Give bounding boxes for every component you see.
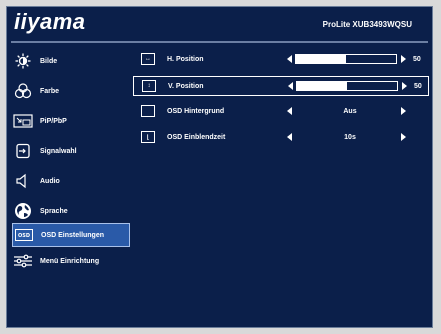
sidebar-item-bilde[interactable]: Bilde: [12, 49, 130, 73]
slider-fill: [296, 55, 346, 63]
pip-icon: [12, 111, 34, 131]
sidebar-item-menu-einrichtung[interactable]: Menü Einrichtung: [12, 249, 130, 273]
slider-bar[interactable]: [296, 81, 398, 91]
setting-value: Aus: [343, 108, 357, 115]
sidebar-item-label: Signalwahl: [40, 147, 77, 155]
increase-arrow-icon[interactable]: [402, 82, 407, 90]
svg-text:OSD: OSD: [18, 233, 30, 239]
header-divider: [11, 41, 428, 43]
decrease-arrow-icon[interactable]: [287, 55, 292, 63]
setting-value: 50: [414, 83, 422, 90]
sidebar-item-label: Menü Einrichtung: [40, 257, 100, 265]
speaker-icon: [12, 171, 34, 191]
osd-window: iiyama ProLite XUB3493WQSU Bilde Farbe P…: [6, 6, 433, 328]
decrease-arrow-icon[interactable]: [288, 82, 293, 90]
slider-bar[interactable]: [295, 54, 397, 64]
input-icon: [12, 141, 34, 161]
sliders-icon: [12, 251, 34, 271]
color-icon: [12, 81, 34, 101]
sidebar-item-label: Farbe: [40, 87, 60, 95]
setting-osd-hintergrund[interactable]: OSD Hintergrund Aus: [133, 102, 429, 122]
setting-osd-einblendzeit[interactable]: ⌊ OSD Einblendzeit 10s: [133, 128, 429, 148]
next-option-icon[interactable]: [401, 107, 406, 115]
brand-logo: iiyama: [14, 9, 86, 34]
header: iiyama ProLite XUB3493WQSU: [7, 7, 432, 41]
setting-label: OSD Einblendzeit: [167, 134, 226, 141]
setting-label: H. Position: [167, 56, 204, 63]
sidebar-item-audio[interactable]: Audio: [12, 169, 130, 193]
sidebar-item-pip-pbp[interactable]: PiP/PbP: [12, 109, 130, 133]
brightness-icon: [12, 51, 34, 71]
sidebar-item-osd-einstellungen[interactable]: OSD OSD Einstellungen: [12, 223, 130, 247]
setting-h-position[interactable]: ↔ H. Position 50: [133, 50, 429, 70]
sidebar-item-label: PiP/PbP: [40, 117, 67, 125]
next-option-icon[interactable]: [401, 133, 406, 141]
increase-arrow-icon[interactable]: [401, 55, 406, 63]
sidebar-item-label: Bilde: [40, 57, 58, 65]
sidebar-item-label: Audio: [40, 177, 60, 185]
sidebar: Bilde Farbe PiP/PbP Signalwahl Audio Spr…: [7, 45, 130, 327]
settings-panel: ↔ H. Position 50 ↕ V. Position 50 OSD Hi…: [133, 47, 429, 321]
globe-icon: [12, 201, 34, 221]
sidebar-item-label: OSD Einstellungen: [41, 231, 105, 239]
sidebar-item-farbe[interactable]: Farbe: [12, 79, 130, 103]
setting-value: 50: [413, 56, 421, 63]
sidebar-item-label: Sprache: [40, 207, 68, 215]
setting-label: OSD Hintergrund: [167, 108, 225, 115]
v-position-icon: ↕: [142, 80, 156, 92]
background-icon: [141, 105, 155, 117]
slider-fill: [297, 82, 347, 90]
previous-option-icon[interactable]: [287, 133, 292, 141]
previous-option-icon[interactable]: [287, 107, 292, 115]
model-name: ProLite XUB3493WQSU: [322, 20, 412, 29]
h-position-icon: ↔: [141, 53, 155, 65]
setting-value: 10s: [344, 134, 356, 141]
setting-label: V. Position: [168, 83, 204, 90]
osd-icon: OSD: [13, 225, 35, 245]
sidebar-item-sprache[interactable]: Sprache: [12, 199, 130, 223]
setting-v-position[interactable]: ↕ V. Position 50: [133, 76, 429, 96]
sidebar-item-signalwahl[interactable]: Signalwahl: [12, 139, 130, 163]
timer-icon: ⌊: [141, 131, 155, 143]
